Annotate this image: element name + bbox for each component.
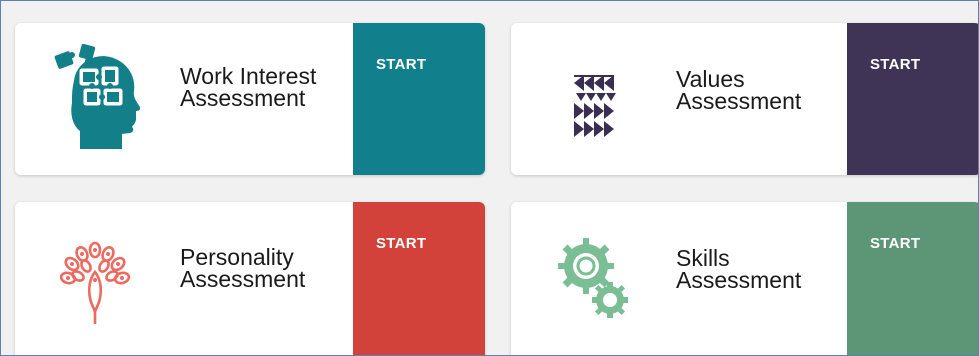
card-title-line2: Assessment bbox=[180, 266, 306, 292]
card-title: Personality Assessment bbox=[180, 244, 360, 292]
start-button-label: START bbox=[870, 235, 921, 252]
start-button[interactable]: START bbox=[353, 23, 485, 175]
start-button-label: START bbox=[376, 56, 427, 73]
work-interest-card[interactable]: Work Interest Assessment START bbox=[15, 23, 485, 175]
head-puzzle-icon bbox=[50, 41, 141, 151]
values-card[interactable]: Values Assessment START bbox=[511, 23, 978, 175]
start-button[interactable]: START bbox=[847, 23, 978, 175]
start-button-label: START bbox=[376, 235, 427, 252]
assessment-grid: Work Interest Assessment START Values As… bbox=[0, 0, 979, 356]
card-title-line1: Work Interest bbox=[180, 63, 317, 89]
skills-card[interactable]: Skills Assessment START bbox=[511, 202, 978, 355]
peacock-icon bbox=[50, 220, 140, 330]
start-button-label: START bbox=[870, 56, 921, 73]
card-title-line2: Assessment bbox=[676, 88, 802, 114]
card-title: Values Assessment bbox=[676, 66, 856, 114]
card-title: Skills Assessment bbox=[676, 245, 856, 293]
start-button[interactable]: START bbox=[353, 202, 485, 355]
card-title-line2: Assessment bbox=[180, 85, 306, 111]
chevrons-icon bbox=[546, 41, 636, 151]
gears-icon bbox=[546, 220, 636, 330]
card-title: Work Interest Assessment bbox=[180, 63, 360, 111]
card-title-line1: Skills bbox=[676, 245, 730, 271]
card-title-line1: Values bbox=[676, 66, 745, 92]
personality-card[interactable]: Personality Assessment START bbox=[15, 202, 485, 355]
start-button[interactable]: START bbox=[847, 202, 978, 355]
card-title-line2: Assessment bbox=[676, 267, 802, 293]
card-title-line1: Personality bbox=[180, 244, 294, 270]
